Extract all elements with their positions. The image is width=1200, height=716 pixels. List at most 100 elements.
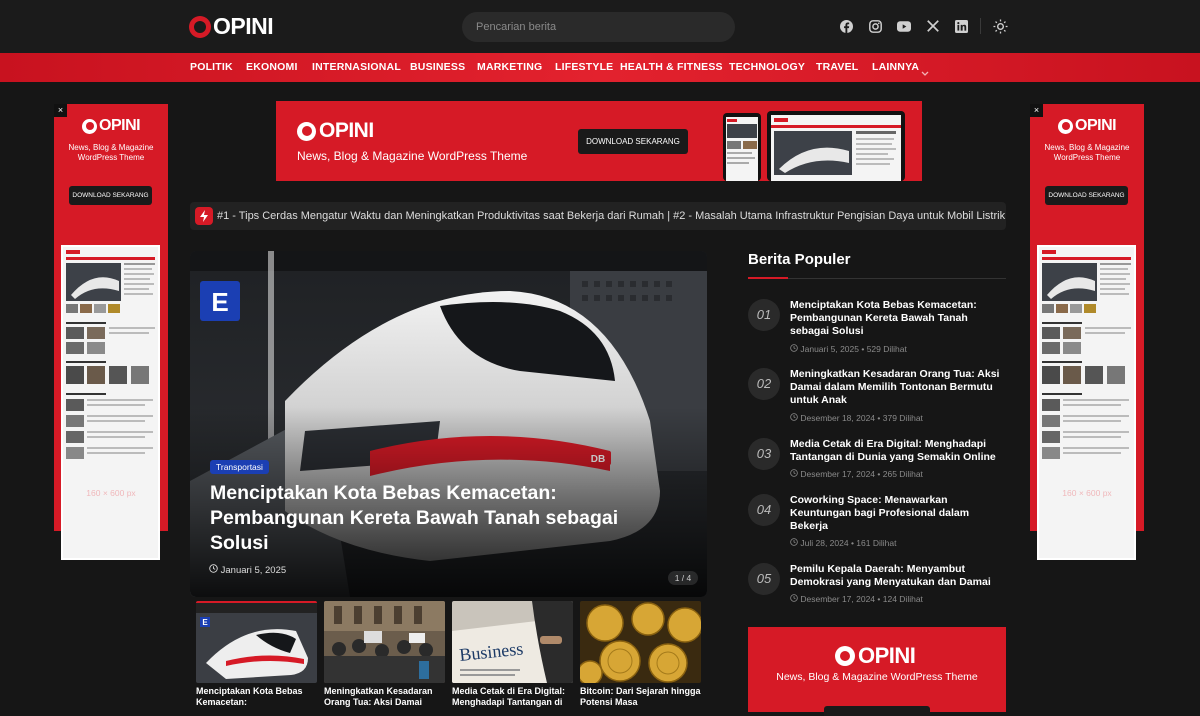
popular-item-views: 161 Dilihat bbox=[856, 538, 897, 548]
popular-item-date: Desember 17, 2024 bbox=[800, 469, 876, 479]
popular-item-views: 265 Dilihat bbox=[882, 469, 923, 479]
nav-item-internasional[interactable]: INTERNASIONAL bbox=[312, 53, 401, 82]
site-logo[interactable]: OPINI bbox=[189, 13, 274, 40]
thumb-2[interactable] bbox=[324, 601, 445, 683]
clock-icon bbox=[209, 564, 218, 576]
top-banner-ad[interactable]: OPINI News, Blog & Magazine WordPress Th… bbox=[276, 101, 922, 181]
linkedin-icon[interactable] bbox=[952, 17, 970, 35]
sidebar-ad[interactable]: OPINI News, Blog & Magazine WordPress Th… bbox=[748, 627, 1006, 716]
left-side-ad[interactable]: × OPINI News, Blog & Magazine WordPress … bbox=[54, 104, 168, 560]
popular-item-meta: Juli 28, 2024 • 161 Dilihat bbox=[790, 538, 896, 548]
clock-icon bbox=[790, 594, 798, 604]
facebook-icon[interactable] bbox=[837, 17, 855, 35]
thumb-3[interactable]: Business bbox=[452, 601, 573, 683]
download-button[interactable] bbox=[824, 706, 930, 716]
popular-item-date: Juli 28, 2024 bbox=[800, 538, 849, 548]
clock-icon bbox=[790, 413, 798, 423]
header-divider bbox=[980, 18, 981, 34]
banner-device-image bbox=[723, 111, 913, 181]
popular-item-date: Desember 18, 2024 bbox=[800, 413, 876, 423]
nav-item-marketing[interactable]: MARKETING bbox=[477, 53, 542, 82]
x-icon[interactable] bbox=[924, 17, 942, 35]
popular-rank: 01 bbox=[748, 299, 780, 331]
logo-text: OPINI bbox=[1075, 117, 1117, 134]
ad-logo: OPINI bbox=[82, 117, 141, 135]
popular-item-title[interactable]: Menciptakan Kota Bebas Kemacetan: Pemban… bbox=[790, 299, 1008, 338]
ad-tagline-2: WordPress Theme bbox=[1053, 153, 1121, 162]
popular-item-views: 379 Dilihat bbox=[882, 413, 923, 423]
banner-tagline: News, Blog & Magazine WordPress Theme bbox=[297, 149, 528, 163]
nav-item-lifestyle[interactable]: LIFESTYLE bbox=[555, 53, 613, 82]
popular-item-title[interactable]: Media Cetak di Era Digital: Menghadapi T… bbox=[790, 438, 1008, 464]
clock-icon bbox=[790, 538, 798, 548]
ad-size-label: 160 × 600 px bbox=[86, 488, 136, 498]
svg-text:E: E bbox=[202, 618, 208, 627]
popular-item-title[interactable]: Pemilu Kepala Daerah: Menyambut Demokras… bbox=[790, 563, 1008, 589]
hero-title[interactable]: Menciptakan Kota Bebas Kemacetan: Pemban… bbox=[210, 481, 680, 556]
logo-text: OPINI bbox=[99, 117, 141, 134]
popular-rank: 03 bbox=[748, 438, 780, 470]
right-side-ad[interactable]: × OPINI News, Blog & Magazine WordPress … bbox=[1030, 104, 1144, 560]
popular-item-meta: Desember 17, 2024 • 124 Dilihat bbox=[790, 594, 923, 604]
banner-logo: OPINI bbox=[297, 119, 374, 143]
ad-screenshot-image bbox=[1037, 245, 1136, 560]
ad-size-label: 160 × 600 px bbox=[1062, 488, 1112, 498]
logo-text: OPINI bbox=[858, 643, 916, 668]
ad-tagline-1: News, Blog & Magazine bbox=[68, 143, 154, 152]
popular-item-date: Desember 17, 2024 bbox=[800, 594, 876, 604]
ad-tagline-2: WordPress Theme bbox=[77, 153, 145, 162]
thumb-1-title[interactable]: Menciptakan Kota Bebas Kemacetan: bbox=[196, 686, 317, 708]
nav-item-ekonomi[interactable]: EKONOMI bbox=[246, 53, 298, 82]
lightning-icon bbox=[195, 207, 213, 225]
category-badge[interactable]: Transportasi bbox=[210, 460, 269, 474]
logo-ring-icon bbox=[1058, 118, 1073, 134]
download-button[interactable]: DOWNLOAD SEKARANG bbox=[1045, 186, 1128, 205]
popular-item-title[interactable]: Meningkatkan Kesadaran Orang Tua: Aksi D… bbox=[790, 368, 1008, 407]
logo-text: OPINI bbox=[319, 119, 374, 142]
slide-counter: 1 / 4 bbox=[668, 571, 698, 585]
hero-date-text: Januari 5, 2025 bbox=[220, 565, 287, 576]
popular-rank: 02 bbox=[748, 368, 780, 400]
popular-rank: 05 bbox=[748, 563, 780, 595]
logo-ring-icon bbox=[297, 121, 316, 141]
ticker-text[interactable]: #1 - Tips Cerdas Mengatur Waktu dan Meni… bbox=[217, 202, 1006, 230]
download-button[interactable]: DOWNLOAD SEKARANG bbox=[69, 186, 152, 205]
nav-item-technology[interactable]: TECHNOLOGY bbox=[729, 53, 805, 82]
download-button[interactable]: DOWNLOAD SEKARANG bbox=[578, 129, 688, 154]
ad-tagline: News, Blog & Magazine WordPress Theme bbox=[776, 671, 978, 683]
popular-item-views: 529 Dilihat bbox=[866, 344, 907, 354]
chevron-down-icon[interactable] bbox=[921, 64, 929, 82]
main-nav: POLITIK EKONOMI INTERNASIONAL BUSINESS M… bbox=[0, 53, 1200, 82]
logo-ring-icon bbox=[835, 646, 855, 666]
close-ad-button[interactable]: × bbox=[1030, 104, 1043, 117]
thumb-4[interactable] bbox=[580, 601, 701, 683]
nav-item-health-fitness[interactable]: HEALTH & FITNESS bbox=[620, 53, 723, 82]
logo-ring-icon bbox=[82, 118, 97, 134]
close-ad-button[interactable]: × bbox=[54, 104, 67, 117]
thumb-3-title[interactable]: Media Cetak di Era Digital: Menghadapi T… bbox=[452, 686, 573, 708]
youtube-icon[interactable] bbox=[895, 17, 913, 35]
thumb-1[interactable]: E bbox=[196, 601, 317, 683]
nav-item-lainnya[interactable]: LAINNYA bbox=[872, 53, 919, 82]
nav-item-business[interactable]: BUSINESS bbox=[410, 53, 465, 82]
instagram-icon[interactable] bbox=[866, 17, 884, 35]
clock-icon bbox=[790, 469, 798, 479]
popular-item-title[interactable]: Coworking Space: Menawarkan Keuntungan b… bbox=[790, 494, 1008, 533]
thumb-2-title[interactable]: Meningkatkan Kesadaran Orang Tua: Aksi D… bbox=[324, 686, 445, 708]
search-input[interactable] bbox=[462, 12, 735, 42]
sun-icon[interactable] bbox=[991, 17, 1009, 35]
clock-icon bbox=[790, 344, 798, 354]
popular-item-meta: Januari 5, 2025 • 529 Dilihat bbox=[790, 344, 907, 354]
popular-rank: 04 bbox=[748, 494, 780, 526]
ad-tagline-1: News, Blog & Magazine bbox=[1044, 143, 1130, 152]
breaking-news-ticker[interactable]: #1 - Tips Cerdas Mengatur Waktu dan Meni… bbox=[190, 202, 1006, 230]
nav-item-travel[interactable]: TRAVEL bbox=[816, 53, 858, 82]
thumb-4-title[interactable]: Bitcoin: Dari Sejarah hingga Potensi Mas… bbox=[580, 686, 701, 708]
nav-item-politik[interactable]: POLITIK bbox=[190, 53, 233, 82]
popular-heading: Berita Populer bbox=[748, 251, 851, 268]
ad-screenshot-image bbox=[61, 245, 160, 560]
popular-item-meta: Desember 18, 2024 • 379 Dilihat bbox=[790, 413, 923, 423]
section-divider bbox=[748, 277, 1006, 279]
hero-date: Januari 5, 2025 bbox=[209, 564, 286, 576]
popular-item-date: Januari 5, 2025 bbox=[800, 344, 859, 354]
